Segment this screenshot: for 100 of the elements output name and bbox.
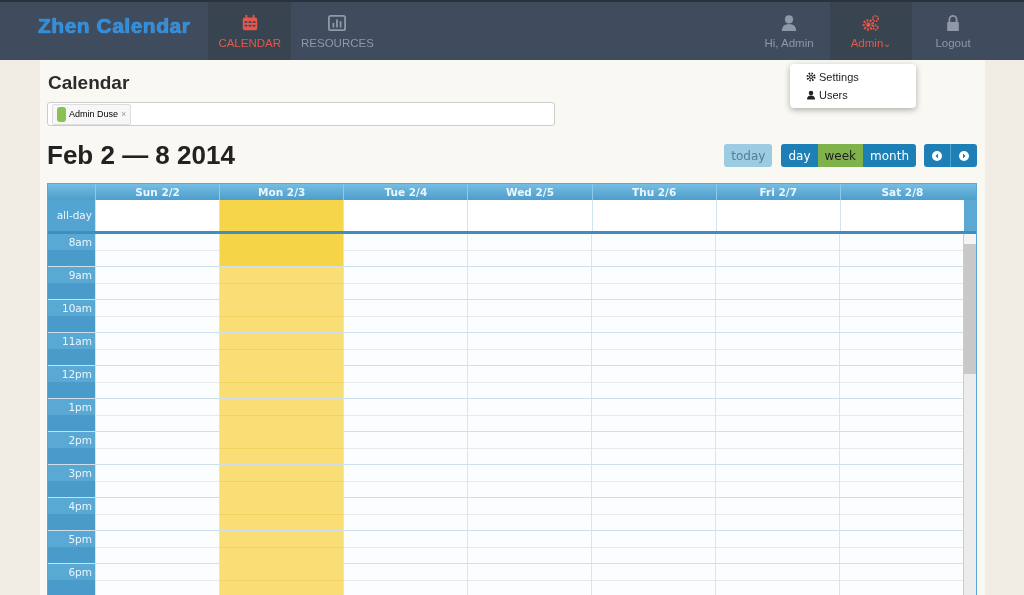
time-slot[interactable] [95, 399, 219, 431]
time-slot[interactable] [343, 366, 467, 398]
all-day-cell[interactable] [95, 200, 220, 231]
time-slot[interactable] [591, 300, 715, 332]
time-slot[interactable] [219, 366, 343, 398]
time-slot[interactable] [343, 333, 467, 365]
previous-button[interactable] [924, 144, 950, 167]
time-slot[interactable] [839, 366, 963, 398]
all-day-cell[interactable] [839, 200, 964, 231]
time-slot[interactable] [839, 399, 963, 431]
all-day-cell[interactable] [715, 200, 840, 231]
nav-item[interactable]: Hi, Admin [748, 2, 830, 60]
time-slot[interactable] [715, 267, 839, 299]
time-slot[interactable] [95, 300, 219, 332]
time-slot[interactable] [839, 498, 963, 530]
time-slot[interactable] [219, 465, 343, 497]
time-slot[interactable] [839, 333, 963, 365]
time-slot[interactable] [715, 432, 839, 464]
view-button[interactable]: day [781, 144, 818, 167]
time-slot[interactable] [715, 531, 839, 563]
time-slot[interactable] [715, 564, 839, 595]
time-slot[interactable] [467, 366, 591, 398]
time-slot[interactable] [839, 267, 963, 299]
time-slot[interactable] [343, 432, 467, 464]
time-slot[interactable] [343, 564, 467, 595]
menu-item[interactable]: Users [790, 86, 916, 104]
time-slot[interactable] [715, 498, 839, 530]
time-slot[interactable] [467, 300, 591, 332]
time-slot[interactable] [715, 300, 839, 332]
time-slot[interactable] [467, 498, 591, 530]
time-slot[interactable] [343, 498, 467, 530]
time-slot[interactable] [467, 531, 591, 563]
nav-item[interactable]: Admin⌄ [830, 2, 912, 60]
time-slot[interactable] [839, 465, 963, 497]
time-slot[interactable] [95, 333, 219, 365]
filter-field[interactable]: Admin Duse × [47, 102, 555, 126]
time-slot[interactable] [591, 564, 715, 595]
time-slot[interactable] [95, 234, 219, 266]
time-slot[interactable] [219, 498, 343, 530]
time-slot[interactable] [839, 234, 963, 266]
time-slot[interactable] [343, 267, 467, 299]
time-slot[interactable] [219, 333, 343, 365]
menu-item[interactable]: Settings [790, 68, 916, 86]
all-day-cell[interactable] [591, 200, 716, 231]
time-slot[interactable] [591, 366, 715, 398]
nav-item[interactable]: Logout [912, 2, 994, 60]
app-logo[interactable]: Zhen Calendar [0, 2, 209, 60]
time-slot[interactable] [219, 300, 343, 332]
time-slot[interactable] [219, 234, 343, 266]
time-slot[interactable] [591, 267, 715, 299]
time-slot[interactable] [219, 432, 343, 464]
nav-tab[interactable]: CALENDAR [208, 2, 291, 60]
time-slot[interactable] [591, 432, 715, 464]
view-button[interactable]: month [863, 144, 916, 167]
time-slot[interactable] [591, 531, 715, 563]
time-slot[interactable] [343, 234, 467, 266]
time-slot[interactable] [95, 498, 219, 530]
time-slot[interactable] [343, 531, 467, 563]
nav-tab[interactable]: RESOURCES [291, 2, 384, 60]
all-day-cell[interactable] [343, 200, 468, 231]
time-slot[interactable] [839, 432, 963, 464]
time-slot[interactable] [715, 366, 839, 398]
time-slot[interactable] [219, 531, 343, 563]
time-slot[interactable] [95, 366, 219, 398]
time-slot[interactable] [839, 564, 963, 595]
time-slot[interactable] [715, 399, 839, 431]
next-button[interactable] [950, 144, 977, 167]
time-slot[interactable] [95, 465, 219, 497]
time-slot[interactable] [95, 432, 219, 464]
time-slot[interactable] [95, 531, 219, 563]
time-slot[interactable] [467, 432, 591, 464]
time-slot[interactable] [343, 465, 467, 497]
time-slot[interactable] [591, 498, 715, 530]
time-slot[interactable] [591, 399, 715, 431]
time-slot[interactable] [467, 333, 591, 365]
time-slot[interactable] [467, 465, 591, 497]
time-slot[interactable] [95, 267, 219, 299]
time-slot[interactable] [467, 564, 591, 595]
today-cell[interactable] [219, 200, 344, 231]
time-slot[interactable] [839, 531, 963, 563]
time-slot[interactable] [219, 399, 343, 431]
time-slot[interactable] [467, 267, 591, 299]
time-slot[interactable] [343, 399, 467, 431]
time-slot[interactable] [467, 399, 591, 431]
time-slot[interactable] [467, 234, 591, 266]
time-slot[interactable] [839, 300, 963, 332]
time-slot[interactable] [715, 465, 839, 497]
view-button[interactable]: week [817, 144, 864, 167]
time-slot[interactable] [591, 333, 715, 365]
time-slot[interactable] [219, 267, 343, 299]
scrollbar[interactable] [963, 234, 976, 595]
time-slot[interactable] [95, 564, 219, 595]
time-slot[interactable] [219, 564, 343, 595]
time-slot[interactable] [591, 465, 715, 497]
time-slot[interactable] [343, 300, 467, 332]
remove-button[interactable]: × [121, 109, 127, 119]
time-slot[interactable] [715, 234, 839, 266]
time-slot[interactable] [591, 234, 715, 266]
time-slot[interactable] [715, 333, 839, 365]
all-day-cell[interactable] [467, 200, 592, 231]
